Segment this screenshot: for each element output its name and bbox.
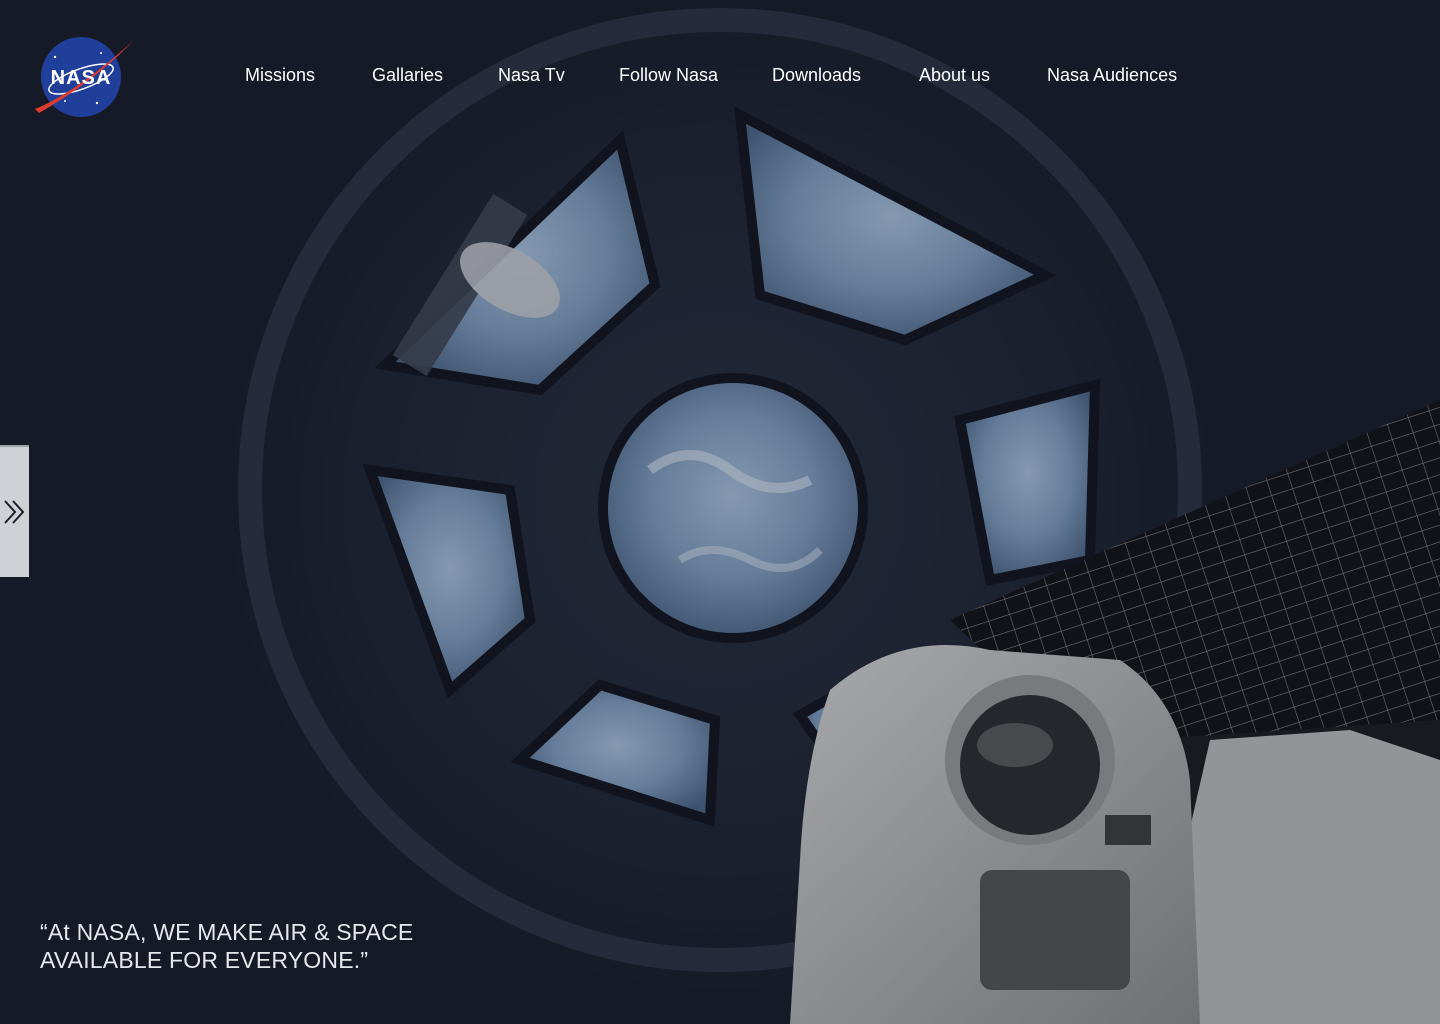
nav-item-downloads[interactable]: Downloads	[772, 62, 861, 88]
nav-item-nasa-tv[interactable]: Nasa Tv	[498, 62, 565, 88]
cupola-window-illustration	[0, 0, 1440, 1024]
main-navigation: Missions Gallaries Nasa Tv Follow Nasa D…	[0, 62, 1440, 88]
nav-item-missions[interactable]: Missions	[245, 62, 315, 88]
double-chevron-right-icon	[3, 500, 24, 524]
sidebar-expand-button[interactable]	[0, 445, 29, 577]
nav-item-about-us[interactable]: About us	[919, 62, 990, 88]
hero-background	[0, 0, 1440, 1024]
nav-item-follow-nasa[interactable]: Follow Nasa	[619, 62, 718, 88]
nav-item-nasa-audiences[interactable]: Nasa Audiences	[1047, 62, 1177, 88]
nav-item-galleries[interactable]: Gallaries	[372, 62, 443, 88]
hero-quote: “At NASA, WE MAKE AIR & SPACE AVAILABLE …	[40, 919, 414, 973]
